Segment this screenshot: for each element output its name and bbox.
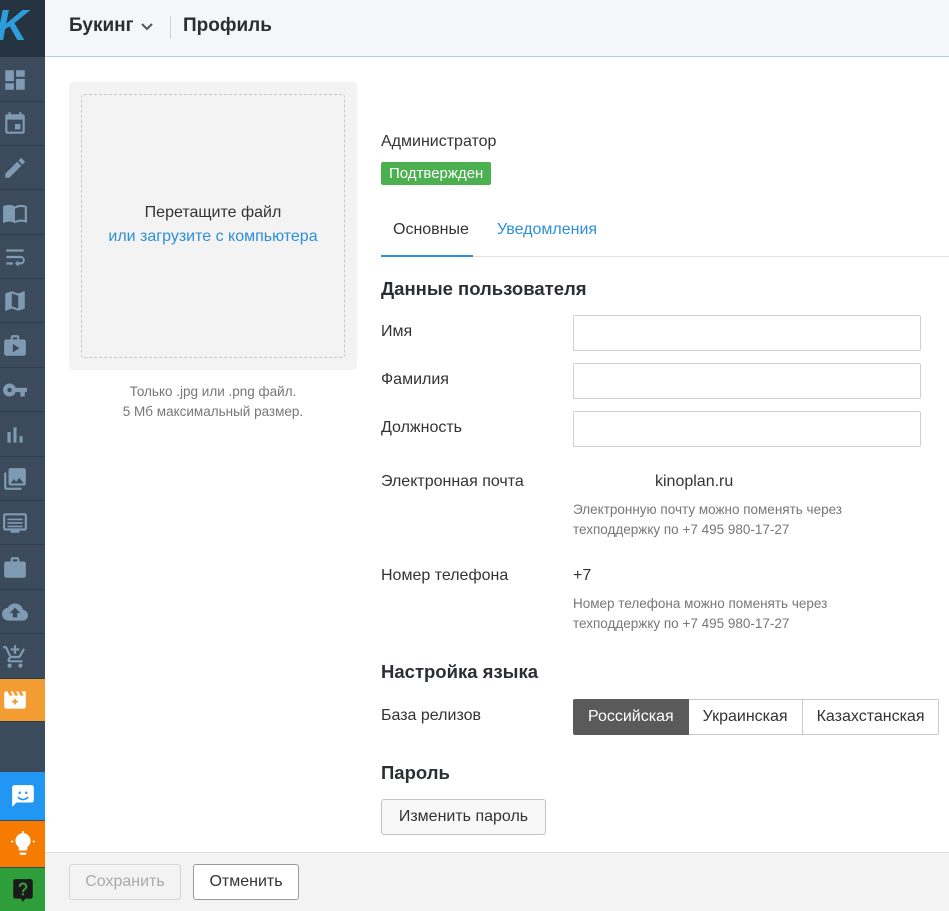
cloud-upload-icon bbox=[2, 602, 28, 621]
first-name-input[interactable] bbox=[573, 315, 921, 351]
dropzone-border bbox=[81, 94, 345, 358]
map-icon bbox=[5, 290, 25, 311]
password-heading: Пароль bbox=[381, 762, 450, 783]
save-button[interactable]: Сохранить bbox=[69, 864, 181, 900]
sidebar-item-list[interactable] bbox=[0, 501, 45, 545]
book-icon bbox=[3, 204, 27, 223]
clapperboard-icon bbox=[4, 691, 26, 709]
sidebar-item-dashboard[interactable] bbox=[0, 58, 45, 102]
sidebar-item-images[interactable] bbox=[0, 457, 45, 501]
release-base-option-russian[interactable]: Российская bbox=[573, 699, 689, 735]
page-title: Профиль bbox=[183, 15, 272, 36]
sidebar-item-releases[interactable] bbox=[0, 679, 45, 722]
release-base-selector: Российская Украинская Казахстанская bbox=[573, 699, 940, 735]
email-value: kinoplan.ru bbox=[655, 473, 734, 490]
email-note-line1: Электронную почту можно поменять через bbox=[573, 502, 842, 517]
position-input[interactable] bbox=[573, 411, 921, 447]
list-screen-icon bbox=[3, 512, 27, 533]
position-label: Должность bbox=[381, 419, 462, 436]
sidebar-item-cart[interactable] bbox=[0, 635, 45, 679]
cart-icon bbox=[3, 644, 25, 668]
sidebar: K bbox=[0, 0, 45, 911]
dropzone-text: Перетащите файл bbox=[144, 204, 282, 221]
kinoplan-logo[interactable]: K bbox=[0, 0, 45, 57]
phone-label: Номер телефона bbox=[381, 567, 509, 584]
bar-chart-icon bbox=[7, 426, 23, 443]
help-icon bbox=[12, 878, 33, 902]
change-password-button[interactable]: Изменить пароль bbox=[381, 799, 546, 835]
wrap-text-icon bbox=[6, 248, 25, 267]
video-folder-icon bbox=[4, 334, 26, 356]
section-label: Букинг bbox=[69, 15, 134, 36]
upload-from-computer-link[interactable]: или загрузите с компьютера bbox=[69, 228, 357, 246]
sidebar-item-calendar[interactable] bbox=[0, 102, 45, 146]
sidebar-item-keys[interactable] bbox=[0, 368, 45, 412]
sidebar-item-map[interactable] bbox=[0, 279, 45, 323]
lightbulb-icon bbox=[10, 831, 35, 855]
phone-note: Номер телефона можно поменять через техп… bbox=[573, 594, 827, 634]
profile-tabs: Основные Уведомления bbox=[381, 211, 949, 257]
ideas-button[interactable] bbox=[0, 821, 45, 867]
release-base-option-ukrainian[interactable]: Украинская bbox=[688, 699, 803, 735]
last-name-input[interactable] bbox=[573, 363, 921, 399]
phone-note-line2: техподдержку по +7 495 980-17-27 bbox=[573, 616, 790, 631]
tab-main[interactable]: Основные bbox=[381, 221, 473, 257]
briefcase-icon bbox=[4, 556, 26, 578]
avatar-upload-dropzone[interactable]: Перетащите файл или загрузите с компьюте… bbox=[69, 82, 357, 370]
chevron-down-icon bbox=[140, 23, 153, 31]
sidebar-item-wrap[interactable] bbox=[0, 235, 45, 279]
sidebar-item-analytics[interactable] bbox=[0, 413, 45, 457]
sidebar-item-edit[interactable] bbox=[0, 146, 45, 190]
top-header: Букинг Профиль bbox=[45, 0, 949, 57]
user-role: Администратор bbox=[381, 133, 497, 150]
sidebar-item-upload[interactable] bbox=[0, 590, 45, 634]
release-base-option-kazakhstan[interactable]: Казахстанская bbox=[802, 699, 940, 735]
sidebar-item-work[interactable] bbox=[0, 546, 45, 590]
upload-hint-format: Только .jpg или .png файл. bbox=[129, 384, 297, 399]
last-name-label: Фамилия bbox=[381, 371, 449, 388]
header-divider bbox=[170, 16, 171, 38]
email-label: Электронная почта bbox=[381, 473, 524, 490]
upload-hint: Только .jpg или .png файл. 5 Мб максимал… bbox=[69, 382, 357, 422]
key-icon bbox=[3, 383, 27, 396]
pencil-icon bbox=[5, 157, 25, 178]
chat-icon bbox=[11, 785, 34, 807]
language-heading: Настройка языка bbox=[381, 661, 538, 682]
first-name-label: Имя bbox=[381, 323, 413, 340]
phone-value: +7 bbox=[573, 567, 592, 584]
sidebar-item-videos[interactable] bbox=[0, 324, 45, 368]
phone-note-line1: Номер телефона можно поменять через bbox=[573, 596, 828, 611]
tab-notifications[interactable]: Уведомления bbox=[497, 221, 597, 239]
cancel-button[interactable]: Отменить bbox=[193, 864, 299, 900]
upload-hint-size: 5 Мб максимальный размер. bbox=[122, 404, 304, 419]
email-note-line2: техподдержку по +7 495 980-17-27 bbox=[573, 522, 790, 537]
release-base-label: База релизов bbox=[381, 707, 481, 724]
help-button[interactable] bbox=[0, 868, 45, 911]
status-badge: Подтвержден bbox=[381, 162, 492, 185]
calendar-icon bbox=[5, 111, 25, 134]
sidebar-item-book[interactable] bbox=[0, 191, 45, 235]
user-data-heading: Данные пользователя bbox=[381, 278, 587, 299]
logo-letter: K bbox=[0, 4, 28, 48]
dashboard-icon bbox=[5, 69, 25, 90]
email-note: Электронную почту можно поменять через т… bbox=[573, 500, 842, 540]
images-icon bbox=[4, 467, 26, 490]
chat-button[interactable] bbox=[0, 772, 45, 820]
section-dropdown[interactable]: Букинг bbox=[69, 15, 154, 37]
